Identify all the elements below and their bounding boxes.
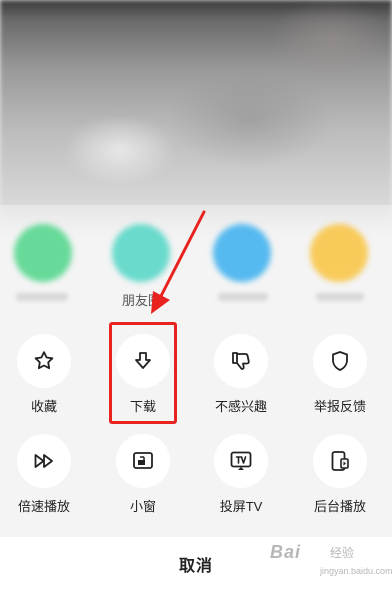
not-interested-circle: [214, 334, 268, 388]
star-icon: [34, 351, 54, 370]
share-label-blurred: [316, 293, 364, 301]
shield-icon: [332, 351, 348, 371]
share-moments-label: 朋友圈: [122, 293, 162, 308]
background-play-circle: [313, 434, 367, 488]
playback-speed-label: 倍速播放: [17, 499, 70, 514]
thumbs-down-icon: [232, 352, 250, 370]
share-qzone-icon[interactable]: [310, 224, 368, 282]
cancel-button[interactable]: 取消: [0, 537, 392, 590]
favorite-label: 收藏: [30, 399, 57, 414]
share-label-blurred: [16, 293, 68, 301]
background-play-button[interactable]: 后台播放: [300, 434, 380, 515]
cast-tv-circle: [214, 434, 268, 488]
cancel-label: 取消: [178, 557, 213, 575]
download-circle: [116, 334, 170, 388]
download-icon: [135, 352, 151, 369]
cast-tv-label: 投屏TV: [219, 499, 263, 514]
not-interested-label: 不感兴趣: [214, 399, 267, 414]
report-button[interactable]: 举报反馈: [300, 334, 380, 415]
background-play-label: 后台播放: [313, 499, 366, 514]
background-play-icon: [331, 451, 349, 471]
report-label: 举报反馈: [313, 399, 366, 414]
mini-window-circle: [116, 434, 170, 488]
not-interested-button[interactable]: 不感兴趣: [201, 334, 281, 415]
favorite-circle: [17, 334, 71, 388]
download-button[interactable]: 下载: [103, 334, 183, 415]
video-background: [0, 0, 392, 240]
playback-speed-circle: [17, 434, 71, 488]
picture-in-picture-icon: [133, 452, 153, 469]
tv-cast-icon: [230, 451, 252, 470]
share-wechat-icon[interactable]: [14, 224, 72, 282]
fast-forward-icon: [34, 454, 53, 468]
playback-speed-button[interactable]: 倍速播放: [4, 434, 84, 515]
share-qq-icon[interactable]: [213, 224, 271, 282]
favorite-button[interactable]: 收藏: [4, 334, 84, 415]
mini-window-label: 小窗: [129, 499, 156, 514]
download-label: 下载: [129, 399, 156, 414]
mini-window-button[interactable]: 小窗: [103, 434, 183, 515]
report-circle: [313, 334, 367, 388]
share-moments-icon[interactable]: [112, 224, 170, 282]
share-label-blurred: [218, 293, 268, 301]
cast-tv-button[interactable]: 投屏TV: [201, 434, 281, 515]
